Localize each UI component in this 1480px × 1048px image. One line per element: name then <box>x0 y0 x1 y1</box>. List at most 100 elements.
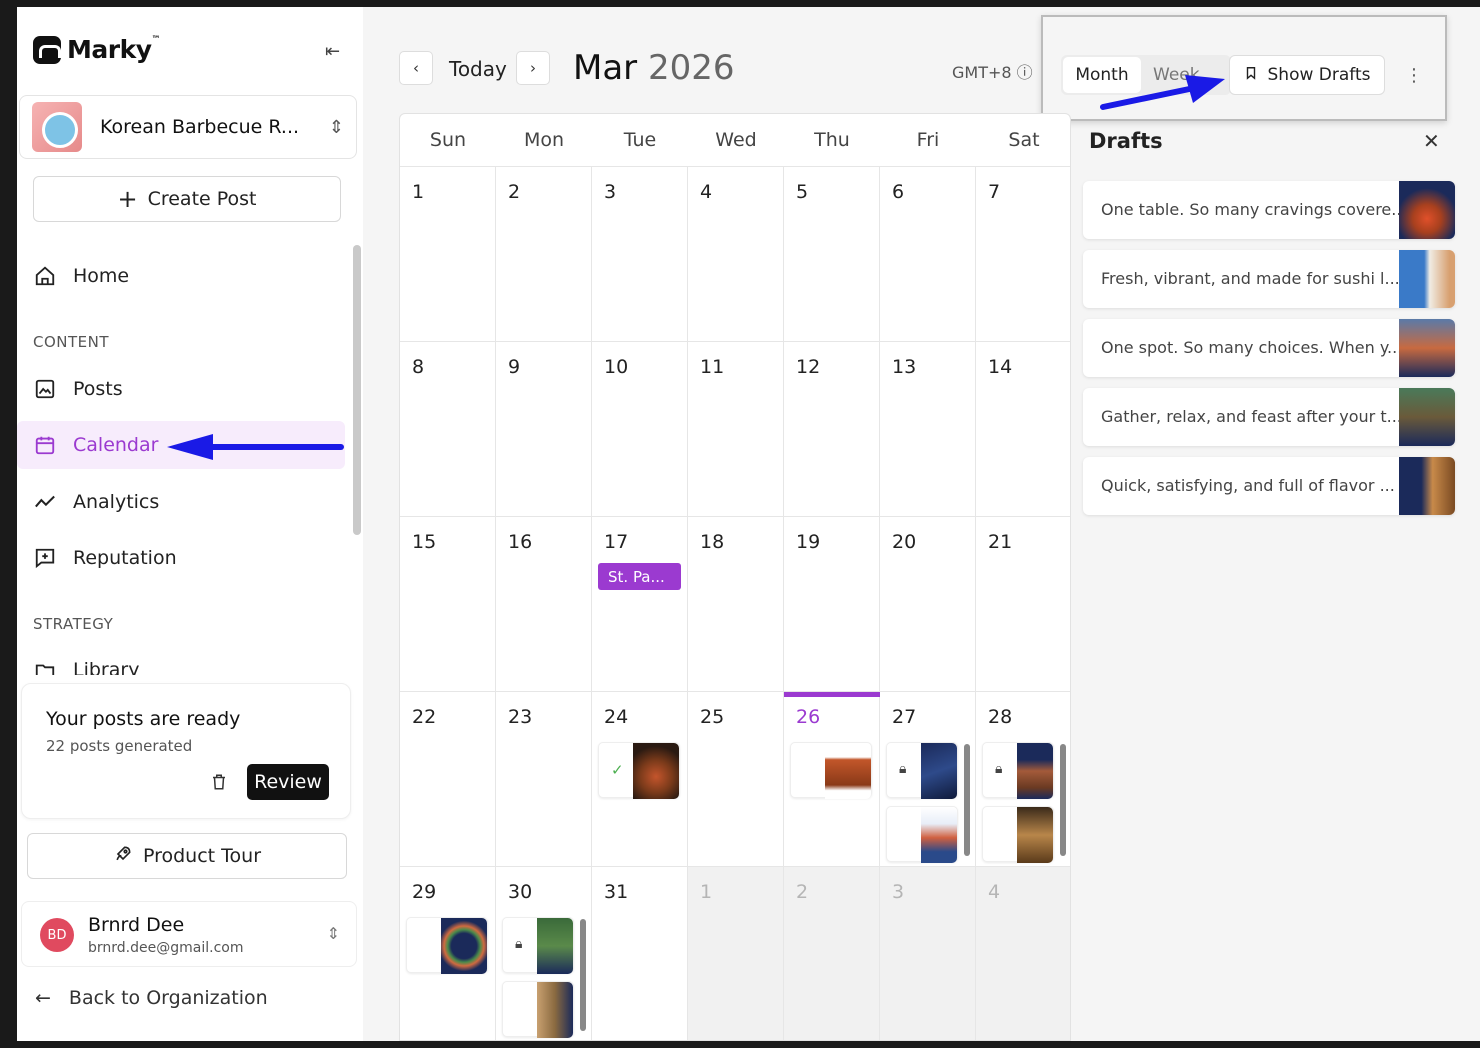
calendar-day[interactable]: 1 <box>400 166 496 341</box>
calendar-day[interactable]: 14 <box>976 341 1070 516</box>
calendar-day-other-month[interactable]: 3 <box>880 866 976 1040</box>
calendar-day-other-month[interactable]: 1 <box>688 866 784 1040</box>
calendar-day[interactable]: 19 <box>784 516 880 691</box>
lock-icon: 🔒︎ <box>899 761 907 777</box>
bookmark-icon <box>1244 65 1258 86</box>
scheduled-post[interactable]: ✓ <box>598 742 680 799</box>
user-switcher[interactable]: BD Brnrd Dee brnrd.dee@gmail.com ⇕ <box>21 901 357 967</box>
annotation-arrow-calendar <box>167 434 344 460</box>
sidebar-item-posts[interactable]: Posts <box>17 365 345 413</box>
sidebar-item-reputation[interactable]: Reputation <box>17 534 345 582</box>
home-icon <box>33 264 57 288</box>
calendar-day[interactable]: 11 <box>688 341 784 516</box>
weekday-header: Thu <box>814 129 850 151</box>
chevron-left-icon: ‹ <box>413 59 419 77</box>
scheduled-post[interactable] <box>790 742 872 799</box>
show-drafts-button[interactable]: Show Drafts <box>1229 55 1385 95</box>
review-button[interactable]: Review <box>247 764 329 800</box>
post-thumbnail <box>1017 807 1053 863</box>
section-label-strategy: STRATEGY <box>33 615 114 633</box>
calendar-day[interactable]: 10 <box>592 341 688 516</box>
calendar-day[interactable]: 20 <box>880 516 976 691</box>
brand-name: Marky™ <box>67 35 160 64</box>
calendar-event[interactable]: St. Pa... <box>598 563 681 590</box>
calendar-day[interactable]: 12 <box>784 341 880 516</box>
ready-subtitle: 22 posts generated <box>46 737 193 755</box>
scheduled-post[interactable] <box>406 917 488 974</box>
check-icon: ✓ <box>611 761 624 779</box>
post-thumbnail <box>921 743 957 799</box>
calendar-day[interactable]: 17 St. Pa... <box>592 516 688 691</box>
calendar-day[interactable]: 30 🔒︎ <box>496 866 592 1040</box>
draft-item[interactable]: One table. So many cravings covere... <box>1083 181 1455 239</box>
calendar-day[interactable]: 31 <box>592 866 688 1040</box>
calendar-day[interactable]: 2 <box>496 166 592 341</box>
post-thumbnail <box>825 743 871 799</box>
post-thumbnail <box>921 807 957 863</box>
collapse-sidebar-icon[interactable]: ⇤ <box>325 41 340 62</box>
calendar-day-other-month[interactable]: 2 <box>784 866 880 1040</box>
calendar-day-other-month[interactable]: 4 <box>976 866 1070 1040</box>
back-to-organization-link[interactable]: ← Back to Organization <box>35 987 268 1009</box>
calendar-day[interactable]: 15 <box>400 516 496 691</box>
scheduled-post[interactable]: 🔒︎ <box>886 742 958 799</box>
org-switcher[interactable]: Korean Barbecue R... ⇕ <box>19 95 357 159</box>
calendar-day[interactable]: 5 <box>784 166 880 341</box>
create-post-button[interactable]: + Create Post <box>33 176 341 222</box>
arrow-left-icon: ← <box>35 987 51 1009</box>
sidebar-item-analytics[interactable]: Analytics <box>17 478 345 526</box>
calendar-day[interactable]: 9 <box>496 341 592 516</box>
trash-icon[interactable] <box>210 772 228 797</box>
calendar-day[interactable]: 18 <box>688 516 784 691</box>
prev-month-button[interactable]: ‹ <box>399 51 433 85</box>
sidebar-item-home[interactable]: Home <box>17 252 345 300</box>
post-thumbnail <box>537 918 573 974</box>
day-scrollbar[interactable] <box>580 919 586 1031</box>
image-icon <box>33 377 57 401</box>
more-options-icon[interactable]: ⋮ <box>1405 65 1423 86</box>
weekday-header: Sun <box>429 129 467 151</box>
calendar-day[interactable]: 21 <box>976 516 1070 691</box>
scheduled-post[interactable]: 🔒︎ <box>982 742 1054 799</box>
calendar-day[interactable]: 28 🔒︎ <box>976 691 1070 866</box>
sidebar-item-library[interactable]: Library <box>17 645 345 675</box>
calendar-day[interactable]: 24 ✓ <box>592 691 688 866</box>
calendar-day[interactable]: 22 <box>400 691 496 866</box>
close-icon[interactable]: ✕ <box>1423 129 1440 153</box>
post-thumbnail <box>537 982 573 1038</box>
calendar-day[interactable]: 25 <box>688 691 784 866</box>
draft-item[interactable]: Gather, relax, and feast after your t... <box>1083 388 1455 446</box>
avatar: BD <box>40 918 74 952</box>
calendar-icon <box>33 433 57 457</box>
app-window: Marky™ ⇤ Korean Barbecue R... ⇕ + Create… <box>17 7 1480 1041</box>
product-tour-button[interactable]: Product Tour <box>27 833 347 879</box>
user-name: Brnrd Dee <box>88 914 185 936</box>
day-scrollbar[interactable] <box>1060 744 1066 856</box>
calendar-day[interactable]: 16 <box>496 516 592 691</box>
scheduled-post[interactable]: 🔒︎ <box>502 917 574 974</box>
draft-item[interactable]: Quick, satisfying, and full of flavor ..… <box>1083 457 1455 515</box>
folder-icon <box>33 659 57 675</box>
calendar-day[interactable]: 7 <box>976 166 1070 341</box>
calendar-day[interactable]: 29 <box>400 866 496 1040</box>
info-icon[interactable]: ⓘ <box>1017 63 1033 82</box>
sidebar-scrollbar[interactable] <box>353 245 361 535</box>
calendar-day[interactable]: 6 <box>880 166 976 341</box>
day-scrollbar[interactable] <box>964 744 970 856</box>
calendar-day[interactable]: 23 <box>496 691 592 866</box>
next-month-button[interactable]: › <box>516 51 550 85</box>
scheduled-post[interactable] <box>502 981 574 1038</box>
draft-item[interactable]: Fresh, vibrant, and made for sushi l... <box>1083 250 1455 308</box>
weekday-header: Mon <box>523 129 565 151</box>
calendar-day[interactable]: 4 <box>688 166 784 341</box>
scheduled-post[interactable] <box>982 806 1054 863</box>
calendar-day-today[interactable]: 26 <box>784 691 880 866</box>
calendar-day[interactable]: 3 <box>592 166 688 341</box>
today-button[interactable]: Today <box>449 57 507 81</box>
draft-item[interactable]: One spot. So many choices. When y... <box>1083 319 1455 377</box>
calendar-day[interactable]: 27 🔒︎ <box>880 691 976 866</box>
scheduled-post[interactable] <box>886 806 958 863</box>
weekday-header: Sat <box>1008 129 1040 151</box>
calendar-day[interactable]: 8 <box>400 341 496 516</box>
calendar-day[interactable]: 13 <box>880 341 976 516</box>
